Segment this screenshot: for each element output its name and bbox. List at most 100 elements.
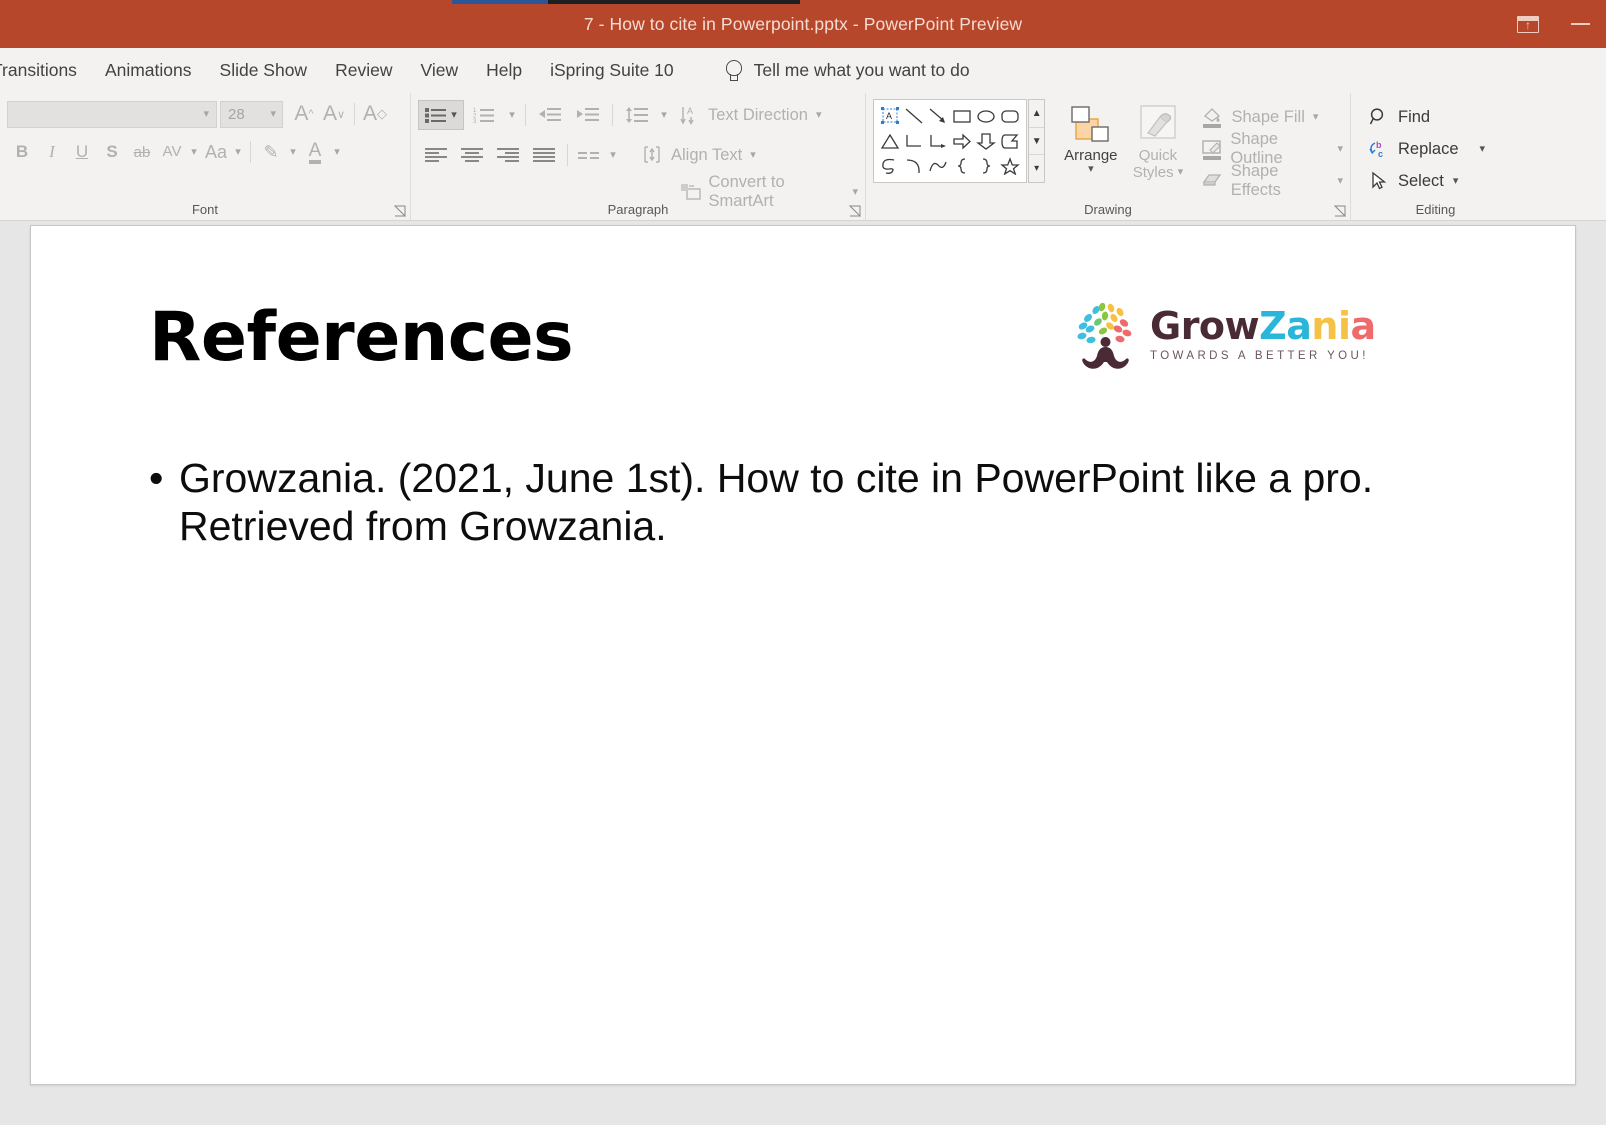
shape-outline-button[interactable]: Shape Outline ▾	[1199, 133, 1343, 165]
find-button[interactable]: Find	[1365, 101, 1513, 133]
italic-icon: I	[49, 142, 55, 162]
text-direction-label: Text Direction	[708, 106, 808, 125]
minimize-button[interactable]	[1554, 0, 1606, 48]
columns-button[interactable]	[573, 140, 605, 170]
arrange-icon	[1066, 103, 1116, 147]
divider	[567, 144, 568, 166]
drawing-dialog-launcher[interactable]	[1334, 205, 1346, 217]
decrease-indent-button[interactable]	[531, 100, 569, 130]
font-color-button[interactable]: A	[300, 137, 330, 167]
rectangle-shape-icon[interactable]	[950, 104, 974, 128]
scroll-down-button[interactable]: ▼	[1029, 127, 1044, 155]
align-text-icon	[643, 145, 663, 165]
title-bar: 7 - How to cite in Powerpoint.pptx - Pow…	[0, 0, 1606, 48]
font-size-input[interactable]: 28 ▾	[220, 101, 283, 128]
increase-font-size-button[interactable]: A^	[289, 99, 319, 129]
tab-help[interactable]: Help	[472, 48, 536, 93]
slide-body-placeholder[interactable]: • Growzania. (2021, June 1st). How to ci…	[149, 454, 1439, 551]
underline-button[interactable]: U	[67, 137, 97, 167]
tell-me-placeholder: Tell me what you want to do	[754, 60, 970, 81]
change-case-dropdown[interactable]: ▾	[231, 137, 245, 167]
left-brace-shape-icon[interactable]	[950, 154, 974, 178]
align-text-button[interactable]: Align Text ▾	[643, 139, 756, 171]
select-button[interactable]: Select ▾	[1365, 165, 1513, 197]
ribbon-group-editing: Find b c Replace ▾ Select ▾ Editing	[1350, 93, 1520, 221]
decrease-font-size-button[interactable]: A∨	[319, 99, 349, 129]
character-spacing-dropdown[interactable]: ▾	[187, 137, 201, 167]
columns-dropdown[interactable]: ▾	[605, 140, 621, 170]
align-right-button[interactable]	[490, 140, 526, 170]
chevron-down-icon: ▾	[334, 147, 340, 158]
shrink-font-icon: A	[323, 102, 337, 126]
tab-slide-show[interactable]: Slide Show	[206, 48, 322, 93]
increase-indent-button[interactable]	[569, 100, 607, 130]
strikethrough-button[interactable]: ab	[127, 137, 157, 167]
tell-me-search[interactable]: Tell me what you want to do	[724, 60, 970, 82]
bullet-text: Growzania. (2021, June 1st). How to cite…	[179, 454, 1439, 551]
bullets-button[interactable]: ▾	[418, 100, 464, 130]
numbering-dropdown[interactable]: ▾	[504, 100, 520, 130]
font-color-dropdown[interactable]: ▾	[330, 137, 344, 167]
shape-fill-button[interactable]: Shape Fill ▾	[1199, 101, 1343, 133]
logo-tagline: TOWARDS A BETTER YOU!	[1150, 350, 1376, 362]
slide-canvas[interactable]: References	[30, 225, 1576, 1085]
line-shape-icon[interactable]	[902, 104, 926, 128]
oval-shape-icon[interactable]	[974, 104, 998, 128]
font-name-input[interactable]: ▾	[7, 101, 217, 128]
clear-formatting-button[interactable]: A◇	[360, 99, 390, 129]
right-brace-shape-icon[interactable]	[974, 154, 998, 178]
slide-title[interactable]: References	[149, 298, 573, 377]
justify-button[interactable]	[526, 140, 562, 170]
text-highlight-dropdown[interactable]: ▾	[286, 137, 300, 167]
ribbon-display-options-button[interactable]	[1502, 0, 1554, 48]
more-shapes-button[interactable]: ▾	[1029, 154, 1044, 182]
arrow-line-shape-icon[interactable]	[926, 104, 950, 128]
arrange-button[interactable]: Arrange ▾	[1059, 99, 1122, 203]
star-shape-icon[interactable]	[998, 154, 1022, 178]
replace-icon: b c	[1369, 139, 1389, 159]
shape-effects-icon	[1201, 170, 1222, 192]
tab-ispring-suite-10[interactable]: iSpring Suite 10	[536, 48, 688, 93]
italic-button[interactable]: I	[37, 137, 67, 167]
logo-wordmark: GrowZania	[1150, 307, 1376, 345]
tab-animations[interactable]: Animations	[91, 48, 206, 93]
flowchart-shape-icon[interactable]	[998, 129, 1022, 153]
text-shadow-button[interactable]: S	[97, 137, 127, 167]
down-arrow-shape-icon[interactable]	[974, 129, 998, 153]
bold-button[interactable]: B	[7, 137, 37, 167]
elbow-connector-shape-icon[interactable]	[902, 129, 926, 153]
text-highlight-color-button[interactable]: ✎	[256, 137, 286, 167]
arc-shape-icon[interactable]	[902, 154, 926, 178]
curve-shape-icon[interactable]	[926, 154, 950, 178]
tab-view[interactable]: View	[406, 48, 472, 93]
replace-button[interactable]: b c Replace ▾	[1365, 133, 1513, 165]
character-spacing-button[interactable]: AV	[157, 137, 187, 167]
line-spacing-button[interactable]	[618, 100, 656, 130]
scribble-shape-icon[interactable]	[878, 154, 902, 178]
textbox-shape-icon[interactable]: A	[878, 104, 902, 128]
logo-n: n	[1311, 304, 1338, 348]
tab-transitions[interactable]: Transitions	[0, 48, 91, 93]
elbow-arrow-connector-shape-icon[interactable]	[926, 129, 950, 153]
shape-effects-button[interactable]: Shape Effects ▾	[1199, 165, 1343, 197]
chevron-down-icon: ▾	[290, 147, 296, 158]
shapes-gallery-scrollbar[interactable]: ▲ ▼ ▾	[1028, 99, 1045, 183]
chevron-down-icon: ▾	[1088, 164, 1094, 175]
chevron-down-icon: ▾	[270, 109, 276, 120]
numbering-button[interactable]: 1 2 3	[464, 100, 504, 130]
paragraph-dialog-launcher[interactable]	[849, 205, 861, 217]
rounded-rectangle-shape-icon[interactable]	[998, 104, 1022, 128]
quick-styles-button[interactable]: Quick Styles ▾	[1126, 99, 1189, 203]
scroll-up-button[interactable]: ▲	[1029, 100, 1044, 127]
font-dialog-launcher[interactable]	[394, 205, 406, 217]
align-center-button[interactable]	[454, 140, 490, 170]
text-direction-button[interactable]: A Text Direction ▾	[680, 99, 821, 131]
line-spacing-dropdown[interactable]: ▾	[656, 100, 672, 130]
right-arrow-shape-icon[interactable]	[950, 129, 974, 153]
tab-review[interactable]: Review	[321, 48, 406, 93]
change-case-button[interactable]: Aa	[201, 137, 231, 167]
svg-text:3: 3	[473, 119, 477, 123]
triangle-shape-icon[interactable]	[878, 129, 902, 153]
shapes-gallery[interactable]: A	[873, 99, 1027, 183]
align-left-button[interactable]	[418, 140, 454, 170]
